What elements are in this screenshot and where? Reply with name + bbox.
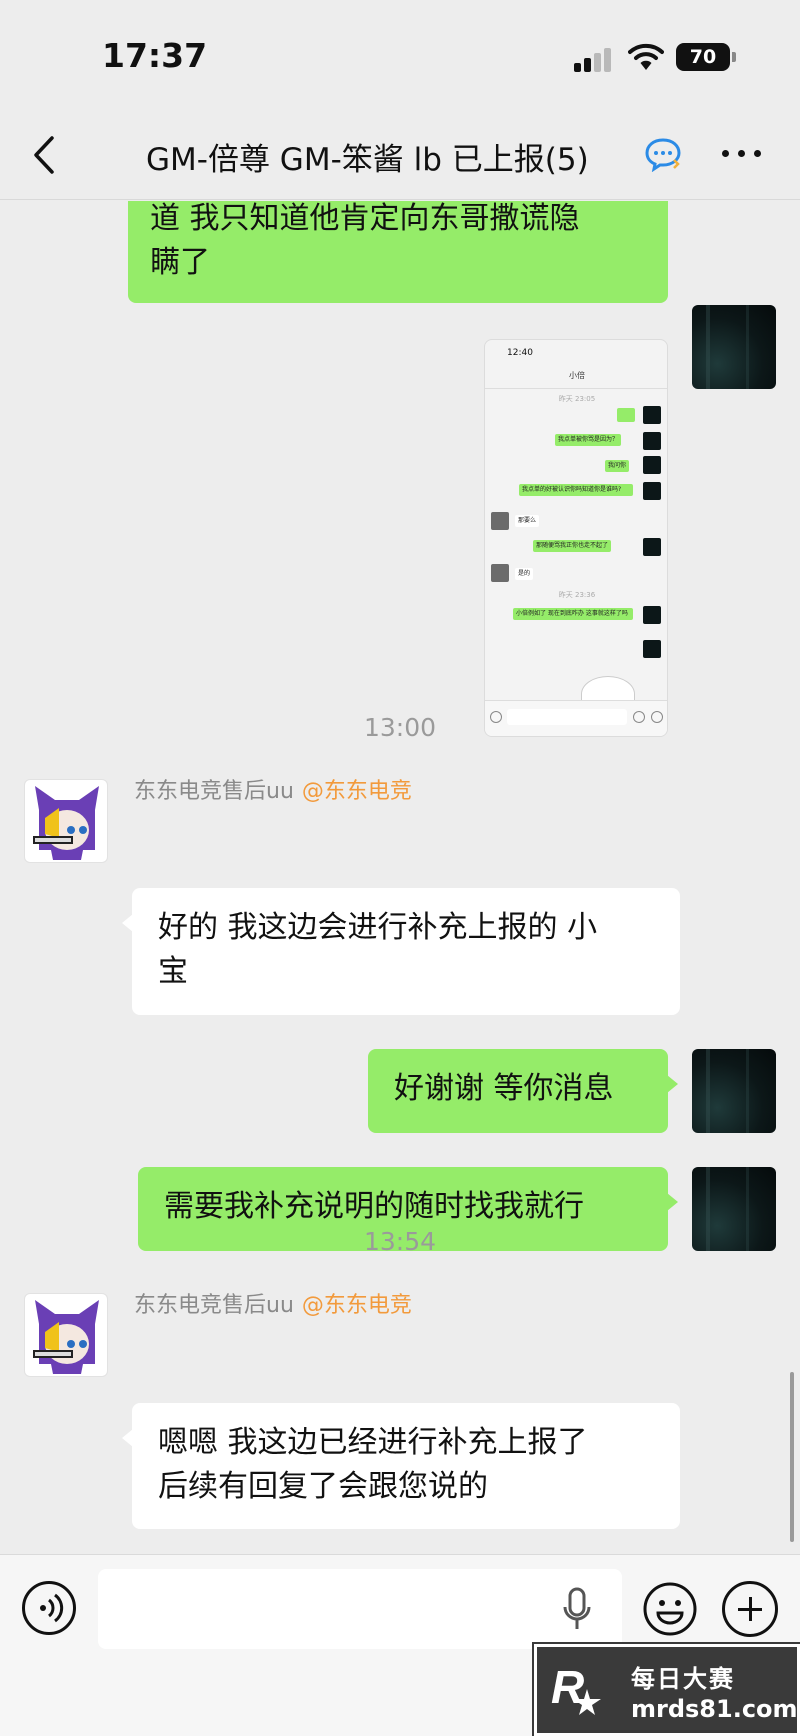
message-bubble-outgoing[interactable]: 道 我只知道他肯定向东哥撒谎隐 瞒了 bbox=[128, 201, 668, 303]
shared-screenshot-image[interactable]: 12:40 小倍 昨天 23:05 我点单被你骂是因为？ 我问你 我点单的好被认… bbox=[484, 339, 668, 737]
screenshot-bubble: 是的 bbox=[515, 568, 534, 580]
plus-icon[interactable] bbox=[722, 1581, 778, 1637]
emoji-icon[interactable] bbox=[642, 1581, 698, 1637]
screenshot-bubble: 小倍例如了 现在到底咋办 这事就这样了吗 bbox=[513, 608, 633, 620]
screenshot-bubble: 我点单的好被认识你吗知道你是谁吗? bbox=[519, 484, 633, 496]
watermark: R 每日大赛 mrds81.com bbox=[532, 1642, 800, 1736]
screenshot-bubble: 我问你 bbox=[605, 460, 630, 472]
timestamp: 13:00 bbox=[363, 713, 437, 742]
signal-icon bbox=[574, 46, 614, 72]
status-time: 17:37 bbox=[102, 36, 208, 75]
watermark-text: 每日大赛 bbox=[631, 1665, 735, 1693]
screenshot-title: 小倍 bbox=[569, 371, 585, 380]
svg-text:R: R bbox=[551, 1661, 584, 1713]
chat-title: GM-倍尊 GM-笨酱 lb 已上报(5) bbox=[146, 142, 589, 178]
message-bubble-outgoing[interactable]: 好谢谢 等你消息 bbox=[368, 1049, 678, 1133]
avatar[interactable] bbox=[24, 1293, 108, 1377]
sender-name: 东东电竞售后uu bbox=[134, 779, 294, 804]
avatar[interactable] bbox=[24, 779, 108, 863]
sender-name: 东东电竞售后uu bbox=[134, 1293, 294, 1318]
avatar[interactable] bbox=[692, 1049, 776, 1133]
sender-line: 东东电竞售后uu @东东电竞 bbox=[134, 1287, 412, 1319]
message-bubble-incoming[interactable]: 嗯嗯 我这边已经进行补充上报了 后续有回复了会跟您说的 bbox=[122, 1403, 680, 1529]
watermark-logo-icon: R bbox=[551, 1661, 601, 1715]
back-icon[interactable] bbox=[26, 132, 66, 178]
screenshot-bubble: 我点单被你骂是因为？ bbox=[555, 434, 622, 446]
battery-indicator: 70 bbox=[676, 43, 736, 71]
sender-mention[interactable]: @东东电竞 bbox=[302, 1293, 412, 1318]
sender-line: 东东电竞售后uu @东东电竞 bbox=[134, 773, 412, 805]
chat-bubble-icon[interactable] bbox=[644, 136, 682, 172]
message-input[interactable] bbox=[98, 1569, 622, 1649]
screenshot-bubble: 那随便骂我正你也走不起了 bbox=[533, 540, 612, 552]
timestamp: 13:54 bbox=[363, 1227, 437, 1256]
cat-avatar-icon bbox=[33, 1300, 99, 1374]
screenshot-time: 12:40 bbox=[507, 348, 533, 358]
more-icon[interactable] bbox=[720, 146, 764, 160]
avatar[interactable] bbox=[692, 305, 776, 389]
screenshot-bubble: 那要么 bbox=[515, 515, 540, 527]
status-bar: 17:37 70 bbox=[0, 0, 800, 110]
wifi-icon bbox=[628, 43, 664, 70]
nav-bar: GM-倍尊 GM-笨酱 lb 已上报(5) bbox=[0, 110, 800, 200]
cat-avatar-icon bbox=[33, 786, 99, 860]
voice-icon[interactable] bbox=[22, 1581, 76, 1635]
screenshot-timestamp: 昨天 23:05 bbox=[558, 395, 596, 403]
watermark-url: mrds81.com bbox=[631, 1695, 798, 1723]
screenshot-timestamp: 昨天 23:36 bbox=[558, 591, 596, 599]
scrollbar[interactable] bbox=[790, 1372, 794, 1542]
chat-area[interactable]: 道 我只知道他肯定向东哥撒谎隐 瞒了 12:40 小倍 昨天 23:05 我点单… bbox=[0, 201, 800, 1554]
message-bubble-incoming[interactable]: 好的 我这边会进行补充上报的 小 宝 bbox=[122, 888, 680, 1015]
mic-icon[interactable] bbox=[562, 1587, 592, 1631]
sender-mention[interactable]: @东东电竞 bbox=[302, 779, 412, 804]
